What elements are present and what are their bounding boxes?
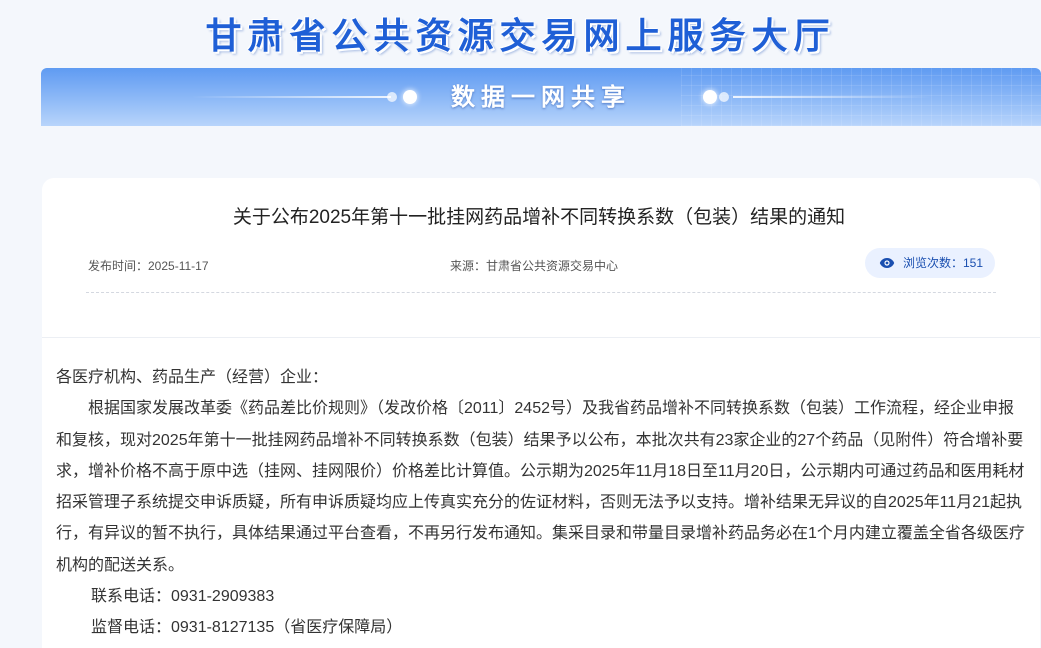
body-paragraph: 根据国家发展改革委《药品差比价规则》（发改价格〔2011〕2452号）及我省药品… xyxy=(56,400,1025,574)
banner: 数据一网共享 xyxy=(41,68,1041,126)
meta-divider xyxy=(86,292,996,293)
site-title: 甘肃省公共资源交易网上服务大厅 xyxy=(205,16,836,57)
content-divider xyxy=(42,337,1040,338)
salutation: 各医疗机构、药品生产（经营）企业： xyxy=(56,369,329,386)
view-count-badge: 浏览次数：151 xyxy=(865,248,995,278)
banner-title: 数据一网共享 xyxy=(451,83,631,111)
view-count: 浏览次数：151 xyxy=(903,256,984,270)
article-title: 关于公布2025年第十一批挂网药品增补不同转换系数（包装）结果的通知 xyxy=(232,207,846,228)
contact-phone: 联系电话：0931-2909383 xyxy=(91,588,275,606)
article-body: 各医疗机构、药品生产（经营）企业： 根据国家发展改革委《药品差比价规则》（发改价… xyxy=(56,362,1026,644)
supervise-phone: 监督电话：0931-8127135（省医疗保障局） xyxy=(91,619,403,637)
eye-icon xyxy=(879,258,895,268)
article-source: 来源：甘肃省公共资源交易中心 xyxy=(450,259,619,273)
publish-time: 发布时间：2025-11-17 xyxy=(88,259,209,273)
